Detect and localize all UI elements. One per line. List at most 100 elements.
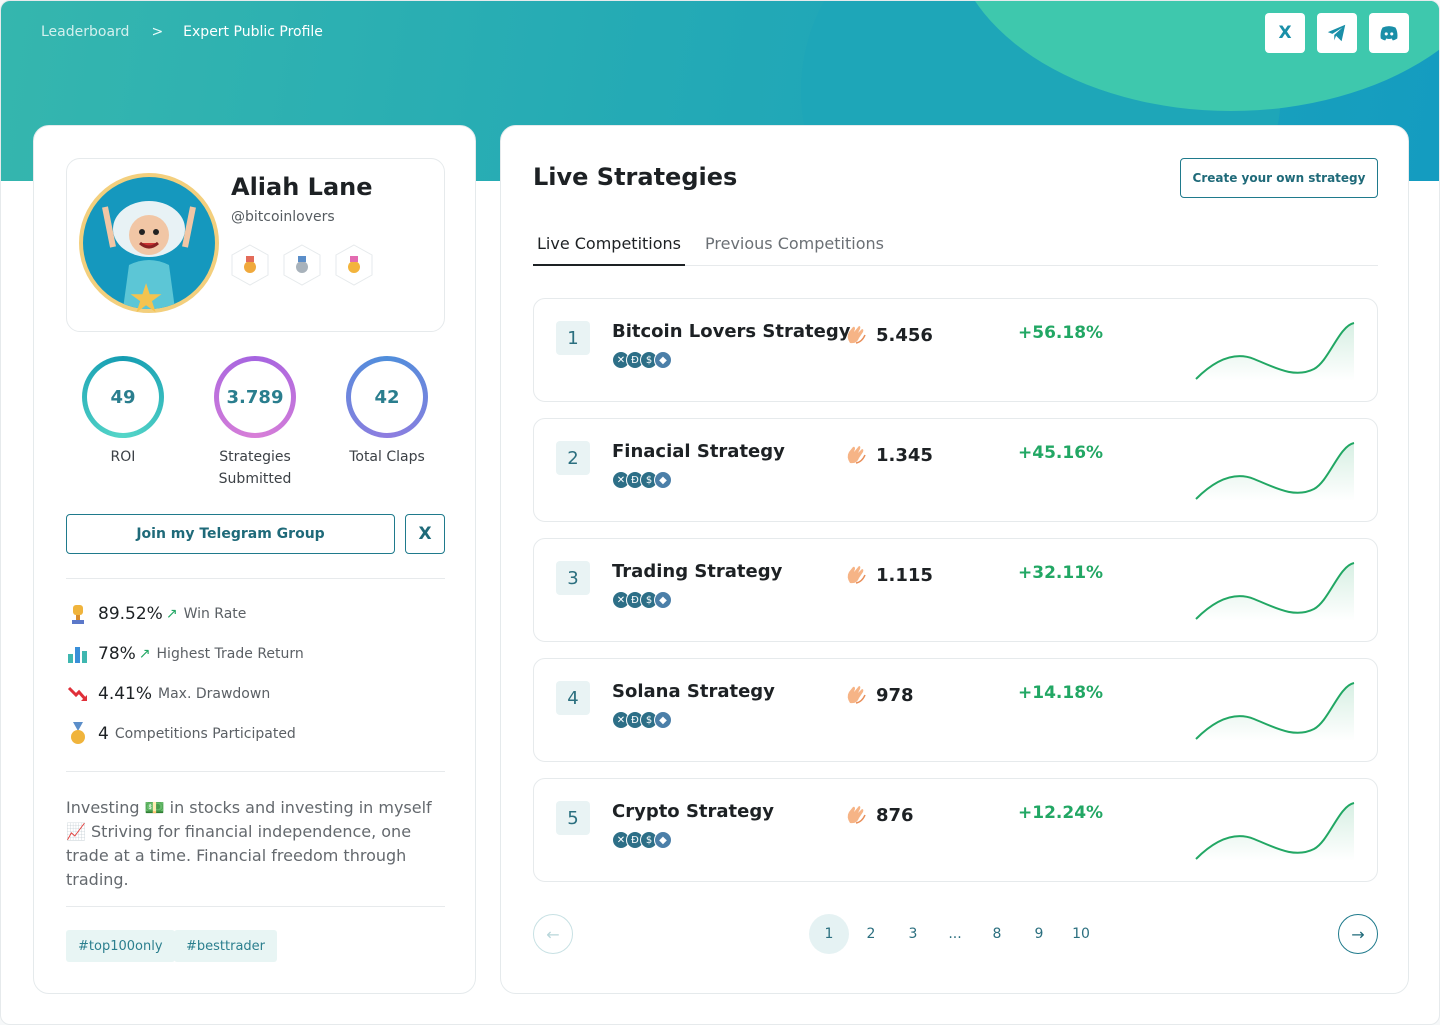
claps-label: Total Claps (349, 449, 425, 465)
strategy-row[interactable]: 2 Finacial Strategy ✕ Đ $ ◆ 1.345 +45.16% (533, 418, 1378, 522)
claps-count: 978 (876, 684, 914, 706)
max-drawdown-value: 4.41% (98, 684, 153, 704)
tab-previous-competitions[interactable]: Previous Competitions (705, 230, 884, 266)
breadcrumb-separator: > (151, 24, 164, 40)
strategy-name: Finacial Strategy (612, 441, 785, 462)
strategy-row[interactable]: 3 Trading Strategy ✕ Đ $ ◆ 1.115 +32.11% (533, 538, 1378, 642)
x-icon: X (1278, 23, 1292, 43)
highest-return-label: Highest Trade Return (156, 646, 304, 662)
arrow-right-icon: → (1351, 924, 1365, 944)
strategy-rank: 5 (556, 801, 590, 835)
breadcrumb-leaderboard-link[interactable]: Leaderboard (41, 24, 129, 40)
coin-icons: ✕ Đ $ ◆ (612, 471, 672, 489)
page-frame: Leaderboard > Expert Public Profile X ★ … (0, 0, 1440, 1025)
arrow-left-icon: ← (546, 924, 560, 944)
coin-icons: ✕ Đ $ ◆ (612, 831, 672, 849)
telegram-social-button[interactable] (1317, 13, 1357, 53)
roi-value: 49 (110, 386, 136, 408)
join-telegram-button[interactable]: Join my Telegram Group (66, 514, 395, 554)
strategy-name: Crypto Strategy (612, 801, 774, 822)
medal-icon (66, 722, 90, 746)
clap-icon (847, 686, 866, 704)
divider (66, 578, 445, 579)
coin-icons: ✕ Đ $ ◆ (612, 591, 672, 609)
strategy-claps: 978 (844, 683, 914, 707)
create-strategy-button[interactable]: Create your own strategy (1180, 158, 1378, 198)
win-rate-value: 89.52% (98, 604, 163, 624)
strategy-name: Bitcoin Lovers Strategy (612, 321, 851, 342)
highest-return-metric: 78% ↗ Highest Trade Return (66, 642, 304, 666)
strategy-claps: 5.456 (844, 323, 933, 347)
x-social-button[interactable]: X (1265, 13, 1305, 53)
claps-count: 876 (876, 804, 914, 826)
sparkline-chart (1195, 562, 1355, 621)
trend-up-icon: ↗ (138, 646, 151, 662)
trophy-badge-icon (229, 243, 271, 287)
x-icon: X (418, 524, 432, 544)
telegram-icon (1327, 24, 1346, 42)
trophy-icon (66, 602, 90, 626)
tag-besttrader[interactable]: #besttrader (174, 930, 278, 962)
strategy-gain: +12.24% (1018, 803, 1104, 823)
strategy-name: Solana Strategy (612, 681, 775, 702)
strategies-stat-ring: 3.789 (214, 356, 296, 438)
coin-icon: ◆ (654, 591, 672, 609)
strategy-gain: +32.11% (1018, 563, 1104, 583)
competition-tabs: Live Competitions Previous Competitions (533, 230, 1378, 266)
roi-stat-ring: 49 (82, 356, 164, 438)
page-button[interactable]: 2 (851, 914, 891, 954)
max-drawdown-metric: 4.41% Max. Drawdown (66, 682, 270, 706)
strategy-name: Trading Strategy (612, 561, 783, 582)
page-button[interactable]: 3 (893, 914, 933, 954)
strategy-gain: +45.16% (1018, 443, 1104, 463)
profile-card: ★ Aliah Lane @bitcoinlovers 49 ROI 3.789… (33, 125, 476, 994)
max-drawdown-label: Max. Drawdown (158, 686, 271, 702)
strategy-row[interactable]: 1 Bitcoin Lovers Strategy ✕ Đ $ ◆ 5.456 +56.18% (533, 298, 1378, 402)
page-button[interactable]: 10 (1061, 914, 1101, 954)
pagination-ellipsis: ... (948, 926, 962, 942)
claps-stat-ring: 42 (346, 356, 428, 438)
highest-return-value: 78% (98, 644, 136, 664)
sparkline-chart (1195, 802, 1355, 861)
strategies-card: Live Strategies Create your own strategy… (500, 125, 1409, 994)
clap-icon (847, 446, 866, 464)
strategies-label: Strategies Submitted (218, 449, 292, 487)
coin-icon: ◆ (654, 711, 672, 729)
strategy-row[interactable]: 5 Crypto Strategy ✕ Đ $ ◆ 876 +12.24% (533, 778, 1378, 882)
coin-icon: ◆ (654, 471, 672, 489)
coin-icon: ◆ (654, 351, 672, 369)
divider (66, 906, 445, 907)
x-profile-button[interactable]: X (405, 514, 445, 554)
profile-header: ★ Aliah Lane @bitcoinlovers (66, 158, 445, 332)
down-trend-icon (66, 682, 90, 706)
prev-page-button[interactable]: ← (533, 914, 573, 954)
strategy-claps: 1.115 (844, 563, 933, 587)
clap-icon (847, 566, 866, 584)
strategy-rank: 4 (556, 681, 590, 715)
coin-icon: ◆ (654, 831, 672, 849)
page-button[interactable]: 1 (809, 914, 849, 954)
next-page-button[interactable]: → (1338, 914, 1378, 954)
discord-social-button[interactable] (1369, 13, 1409, 53)
win-rate-metric: 89.52% ↗ Win Rate (66, 602, 246, 626)
strategy-claps: 876 (844, 803, 914, 827)
page-button[interactable]: 9 (1019, 914, 1059, 954)
strategy-rank: 3 (556, 561, 590, 595)
strategies-title: Live Strategies (533, 163, 738, 191)
win-rate-label: Win Rate (183, 606, 247, 622)
silver-medal-badge-icon (281, 243, 323, 287)
tag-top100only[interactable]: #top100only (66, 930, 175, 962)
strategy-row[interactable]: 4 Solana Strategy ✕ Đ $ ◆ 978 +14.18% (533, 658, 1378, 762)
breadcrumb-current: Expert Public Profile (183, 24, 323, 40)
sparkline-chart (1195, 682, 1355, 741)
strategy-rank: 2 (556, 441, 590, 475)
page-button[interactable]: 8 (977, 914, 1017, 954)
strategy-gain: +14.18% (1018, 683, 1104, 703)
gold-medal-badge-icon (333, 243, 375, 287)
clap-icon (847, 806, 866, 824)
tab-live-competitions[interactable]: Live Competitions (533, 230, 686, 266)
competitions-label: Competitions Participated (114, 726, 296, 742)
star-icon: ★ (128, 276, 164, 322)
claps-count: 1.115 (876, 564, 933, 586)
competitions-metric: 4 Competitions Participated (66, 722, 296, 746)
